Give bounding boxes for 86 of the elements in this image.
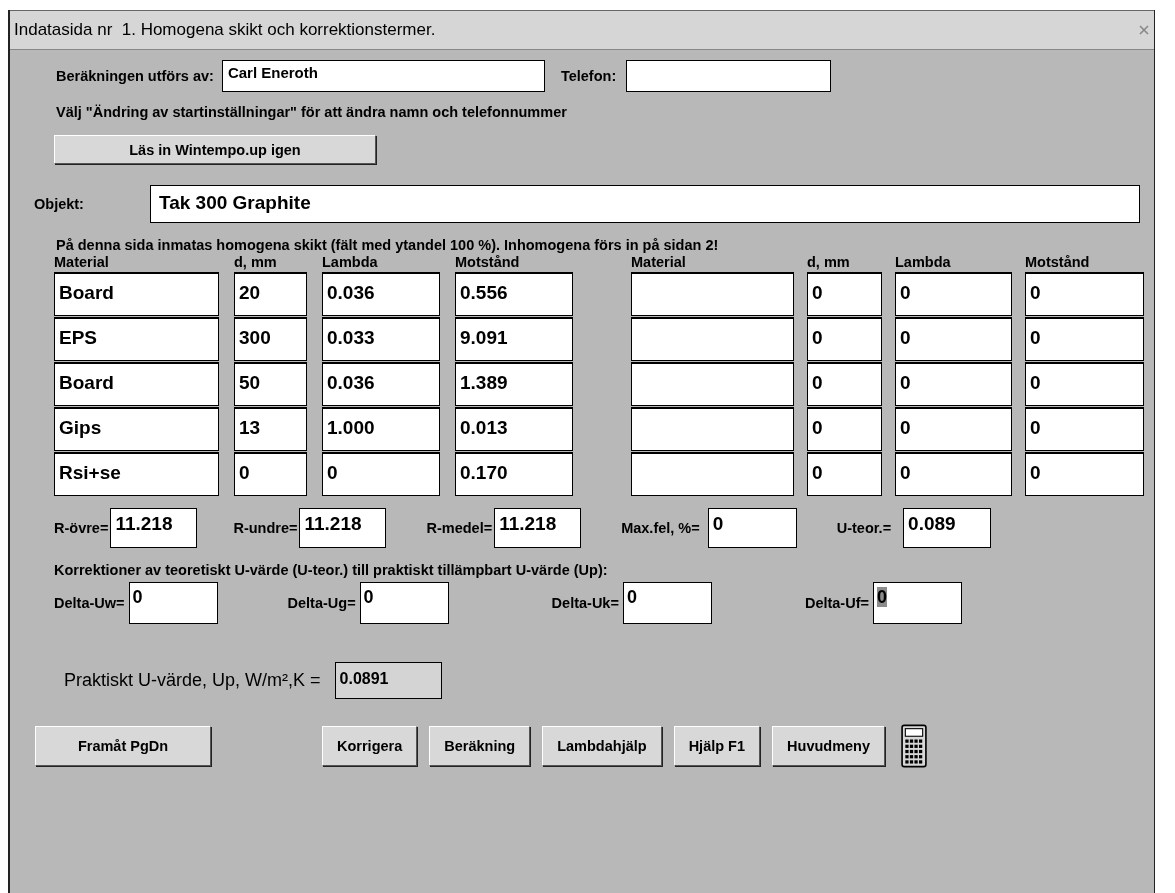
- table-cell-field[interactable]: 0: [322, 452, 440, 496]
- column-header: Motstånd: [455, 253, 521, 271]
- correction-field[interactable]: 0: [128, 582, 218, 624]
- table-cell-field[interactable]: Gips: [54, 407, 219, 451]
- reload-button[interactable]: Läs in Wintempo.up igen: [54, 135, 376, 164]
- table-cell-field[interactable]: 0: [807, 362, 882, 406]
- result-label: R-undre=: [233, 520, 298, 536]
- table-cell-field[interactable]: 0: [895, 452, 1012, 496]
- result-label: Max.fel, %=: [621, 520, 700, 536]
- table-cell-field[interactable]: Rsi+se: [54, 452, 219, 496]
- intro-text: På denna sida inmatas homogena skikt (fält med ytandel 100 %). Inhomogena förs in på sidan 2!: [55, 237, 720, 253]
- table-cell-field[interactable]: 0.033: [322, 317, 440, 361]
- phone-label: Telefon:: [560, 68, 617, 84]
- result-field[interactable]: 11.218: [299, 508, 387, 548]
- table-cell-field[interactable]: 0: [895, 362, 1012, 406]
- correction-label: Delta-Uk=: [551, 595, 619, 611]
- correction-field[interactable]: 0: [872, 582, 962, 624]
- result-field[interactable]: 0: [707, 508, 797, 548]
- practical-label: Praktiskt U-värde, Up, W/m²,K =: [64, 670, 321, 691]
- object-label: Objekt:: [34, 196, 85, 212]
- table-cell-field[interactable]: 0: [1025, 407, 1144, 451]
- result-label: U-teor.=: [836, 520, 892, 536]
- result-field[interactable]: 11.218: [494, 508, 582, 548]
- table-cell-field[interactable]: 13: [234, 407, 307, 451]
- table-cell-field[interactable]: 0: [895, 317, 1012, 361]
- column-header: Material: [631, 253, 687, 271]
- practical-field: 0.0891: [334, 662, 442, 699]
- table-cell-field[interactable]: [631, 272, 794, 316]
- table-cell-field[interactable]: 20: [234, 272, 307, 316]
- table-cell-field[interactable]: 0: [1025, 317, 1144, 361]
- table-cell-field[interactable]: 0: [1025, 272, 1144, 316]
- table-cell-field[interactable]: 0.013: [455, 407, 573, 451]
- table-cell-field[interactable]: 0: [807, 272, 882, 316]
- result-label: R-övre=: [54, 520, 109, 536]
- correction-label: Delta-Uf=: [804, 595, 869, 611]
- calculator-icon[interactable]: [901, 724, 928, 768]
- correction-field[interactable]: 0: [359, 582, 449, 624]
- author-label: Beräkningen utförs av:: [56, 68, 214, 84]
- table-cell-field[interactable]: 0: [807, 407, 882, 451]
- note-text: Välj "Ändring av startinställningar" för att ändra namn och telefonnummer: [55, 104, 568, 120]
- table-cell-field[interactable]: [631, 452, 794, 496]
- window-title: Indatasida nr 1. Homogena skikt och korrektionstermer.: [14, 20, 436, 40]
- table-cell-field[interactable]: 0.036: [322, 362, 440, 406]
- corrections-heading: Korrektioner av teoretiskt U-värde (U-teor.) till praktiskt tillämpbart U-värde (Up):: [53, 562, 609, 578]
- table-cell-field[interactable]: 0.556: [455, 272, 573, 316]
- action-button[interactable]: Lambdahjälp: [542, 726, 662, 766]
- object-field[interactable]: Tak 300 Graphite: [150, 185, 1140, 223]
- table-cell-field[interactable]: 0: [807, 452, 882, 496]
- table-cell-field[interactable]: 0: [895, 407, 1012, 451]
- column-header: d, mm: [234, 253, 278, 271]
- table-cell-field[interactable]: Board: [54, 272, 219, 316]
- table-cell-field[interactable]: 1.000: [322, 407, 440, 451]
- action-button[interactable]: Huvudmeny: [772, 726, 886, 766]
- table-cell-field[interactable]: 0: [895, 272, 1012, 316]
- table-cell-field[interactable]: [631, 362, 794, 406]
- table-cell-field[interactable]: [631, 407, 794, 451]
- column-header: Lambda: [322, 253, 379, 271]
- forward-button[interactable]: Framåt PgDn: [35, 726, 211, 766]
- action-button[interactable]: Beräkning: [429, 726, 531, 766]
- table-cell-field[interactable]: 0.170: [455, 452, 573, 496]
- table-cell-field[interactable]: 0: [1025, 362, 1144, 406]
- table-cell-field[interactable]: 0: [234, 452, 307, 496]
- action-button[interactable]: Korrigera: [322, 726, 418, 766]
- correction-field[interactable]: 0: [622, 582, 712, 624]
- column-header: d, mm: [807, 253, 851, 271]
- result-field[interactable]: 11.218: [110, 508, 198, 548]
- table-cell-field[interactable]: EPS: [54, 317, 219, 361]
- table-cell-field[interactable]: [631, 317, 794, 361]
- column-header: Lambda: [895, 253, 952, 271]
- column-header: Motstånd: [1025, 253, 1091, 271]
- table-cell-field[interactable]: 50: [234, 362, 307, 406]
- correction-label: Delta-Ug=: [287, 595, 356, 611]
- phone-field[interactable]: [626, 60, 832, 92]
- column-header: Material: [54, 253, 110, 271]
- correction-label: Delta-Uw=: [54, 595, 125, 611]
- table-cell-field[interactable]: Board: [54, 362, 219, 406]
- author-field[interactable]: Carl Eneroth: [221, 60, 545, 92]
- table-cell-field[interactable]: 1.389: [455, 362, 573, 406]
- result-field[interactable]: 0.089: [903, 508, 992, 548]
- table-cell-field[interactable]: 0: [1025, 452, 1144, 496]
- table-cell-field[interactable]: 0: [807, 317, 882, 361]
- result-label: R-medel=: [426, 520, 493, 536]
- table-cell-field[interactable]: 300: [234, 317, 307, 361]
- table-cell-field[interactable]: 0.036: [322, 272, 440, 316]
- table-cell-field[interactable]: 9.091: [455, 317, 573, 361]
- action-button[interactable]: Hjälp F1: [673, 726, 761, 766]
